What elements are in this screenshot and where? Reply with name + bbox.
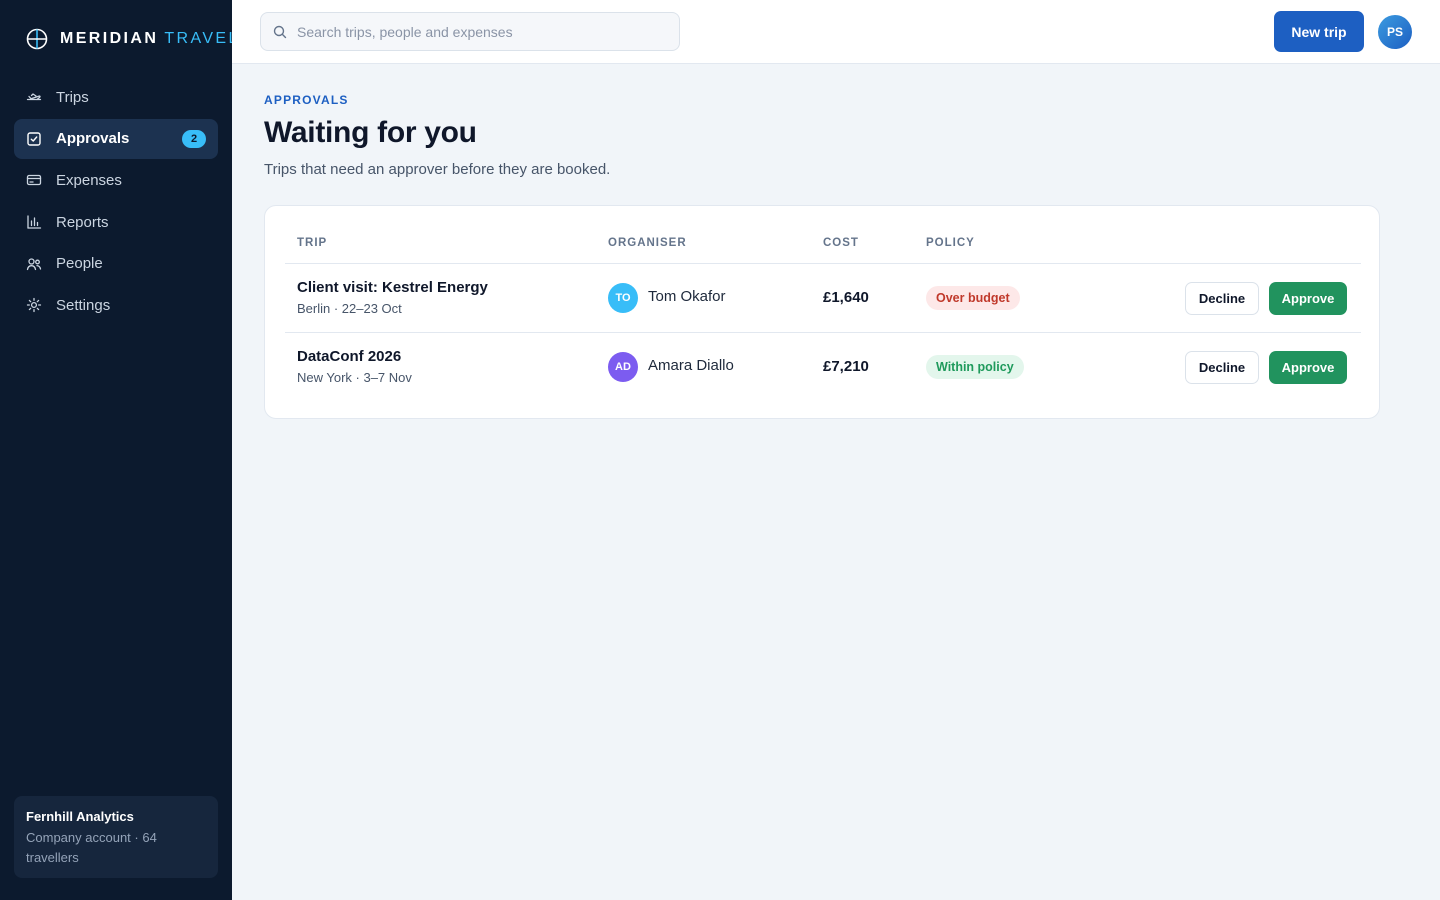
page-subtitle: Trips that need an approver before they … <box>264 161 611 178</box>
column-header-organiser: ORGANISER <box>608 237 687 249</box>
gear-icon <box>26 297 42 313</box>
brand-name: MERIDIAN TRAVEL <box>60 30 240 47</box>
approve-button[interactable]: Approve <box>1269 282 1347 315</box>
trip-cost: £7,210 <box>823 358 869 375</box>
search-box[interactable] <box>260 12 680 51</box>
approvals-table: TRIP ORGANISER COST POLICY Client visit:… <box>264 205 1380 419</box>
company-name: Fernhill Analytics <box>26 809 134 824</box>
organiser-avatar: AD <box>608 352 638 382</box>
trip-meta: New York · 3–7 Nov <box>297 370 412 385</box>
sidebar-item-label: People <box>56 255 103 273</box>
search-icon <box>273 25 287 38</box>
table-row: Client visit: Kestrel Energy Berlin · 22… <box>285 264 1361 333</box>
brand[interactable]: MERIDIAN TRAVEL <box>26 27 240 51</box>
trip-name[interactable]: DataConf 2026 <box>297 348 401 365</box>
table-row: DataConf 2026 New York · 3–7 Nov AD Amar… <box>285 333 1361 402</box>
sidebar: MERIDIAN TRAVEL Trips Approvals 2 Expense… <box>0 0 237 900</box>
user-avatar[interactable]: PS <box>1378 15 1412 49</box>
policy-badge: Within policy <box>926 355 1024 379</box>
page-title: Waiting for you <box>264 116 477 149</box>
organiser-name: Tom Okafor <box>648 288 726 305</box>
trip-meta: Berlin · 22–23 Oct <box>297 301 402 316</box>
sidebar-item-label: Approvals <box>56 130 130 148</box>
brand-accent: TRAVEL <box>164 30 240 47</box>
approvals-count-badge: 2 <box>182 129 206 148</box>
organiser-name: Amara Diallo <box>648 357 734 374</box>
company-meta: Company account · 64 travellers <box>26 830 157 865</box>
sidebar-item-label: Expenses <box>56 171 122 189</box>
column-header-cost: COST <box>823 237 859 249</box>
decline-button[interactable]: Decline <box>1185 282 1259 315</box>
sidebar-item-settings[interactable]: Settings <box>14 285 218 325</box>
sidebar-item-approvals[interactable]: Approvals 2 <box>14 118 218 159</box>
sidebar-item-label: Settings <box>56 296 111 314</box>
check-square-icon <box>26 131 42 147</box>
sidebar-nav: Trips Approvals 2 Expenses Reports Peopl… <box>14 77 218 327</box>
search-input[interactable] <box>297 23 667 40</box>
sidebar-item-trips[interactable]: Trips <box>14 77 218 117</box>
card-icon <box>26 172 42 188</box>
sidebar-item-label: Reports <box>56 213 109 231</box>
table-header: TRIP ORGANISER COST POLICY <box>285 226 1361 264</box>
column-header-policy: POLICY <box>926 237 975 249</box>
top-bar: New trip PS <box>232 0 1440 64</box>
sidebar-item-reports[interactable]: Reports <box>14 202 218 242</box>
column-header-trip: TRIP <box>297 237 328 249</box>
plane-icon <box>26 89 42 105</box>
decline-button[interactable]: Decline <box>1185 351 1259 384</box>
sidebar-item-label: Trips <box>56 88 89 106</box>
organiser-avatar: TO <box>608 283 638 313</box>
page-eyebrow: APPROVALS <box>264 93 349 107</box>
new-trip-button[interactable]: New trip <box>1274 11 1364 52</box>
trip-cost: £1,640 <box>823 289 869 306</box>
approve-button[interactable]: Approve <box>1269 351 1347 384</box>
sidebar-item-people[interactable]: People <box>14 244 218 284</box>
trip-name[interactable]: Client visit: Kestrel Energy <box>297 279 488 296</box>
globe-logo-icon <box>26 28 48 50</box>
policy-badge: Over budget <box>926 286 1020 310</box>
people-icon <box>26 256 42 272</box>
bar-chart-icon <box>26 214 42 230</box>
sidebar-item-expenses[interactable]: Expenses <box>14 160 218 200</box>
company-account-card[interactable]: Fernhill Analytics Company account · 64 … <box>14 796 218 878</box>
